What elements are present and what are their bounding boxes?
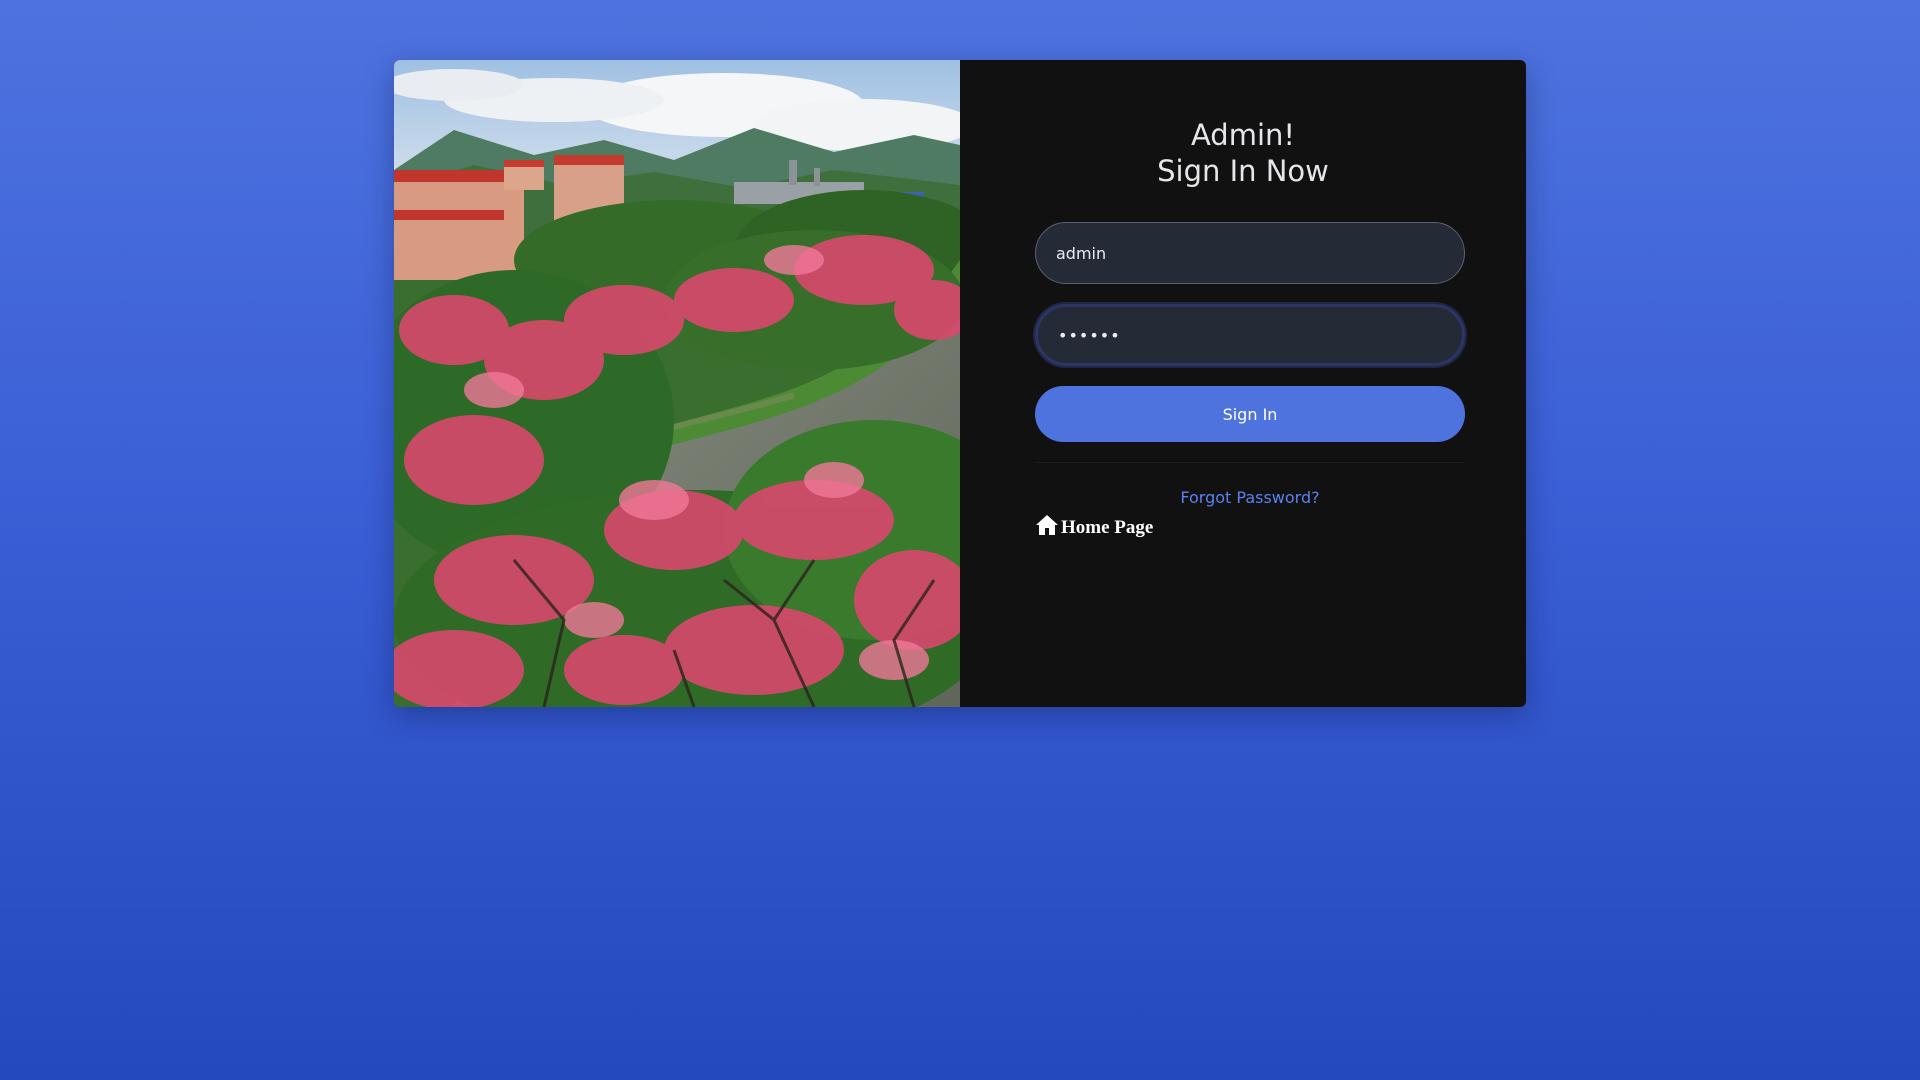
home-icon-glyph: [1036, 515, 1058, 535]
password-input[interactable]: [1035, 304, 1465, 366]
campus-photo-image: [394, 60, 960, 707]
home-page-label: Home Page: [1061, 517, 1154, 538]
page-title-line2: Sign In Now: [1157, 154, 1329, 188]
sign-in-button[interactable]: Sign In: [1035, 386, 1465, 442]
divider: [1035, 462, 1465, 463]
forgot-password-link[interactable]: Forgot Password?: [1035, 488, 1465, 507]
home-page-link[interactable]: Home Page: [1035, 514, 1153, 542]
username-input[interactable]: [1035, 222, 1465, 284]
page-title-line1: Admin!: [1190, 118, 1296, 152]
campus-photo: [394, 60, 960, 707]
home-icon: [1035, 514, 1059, 542]
